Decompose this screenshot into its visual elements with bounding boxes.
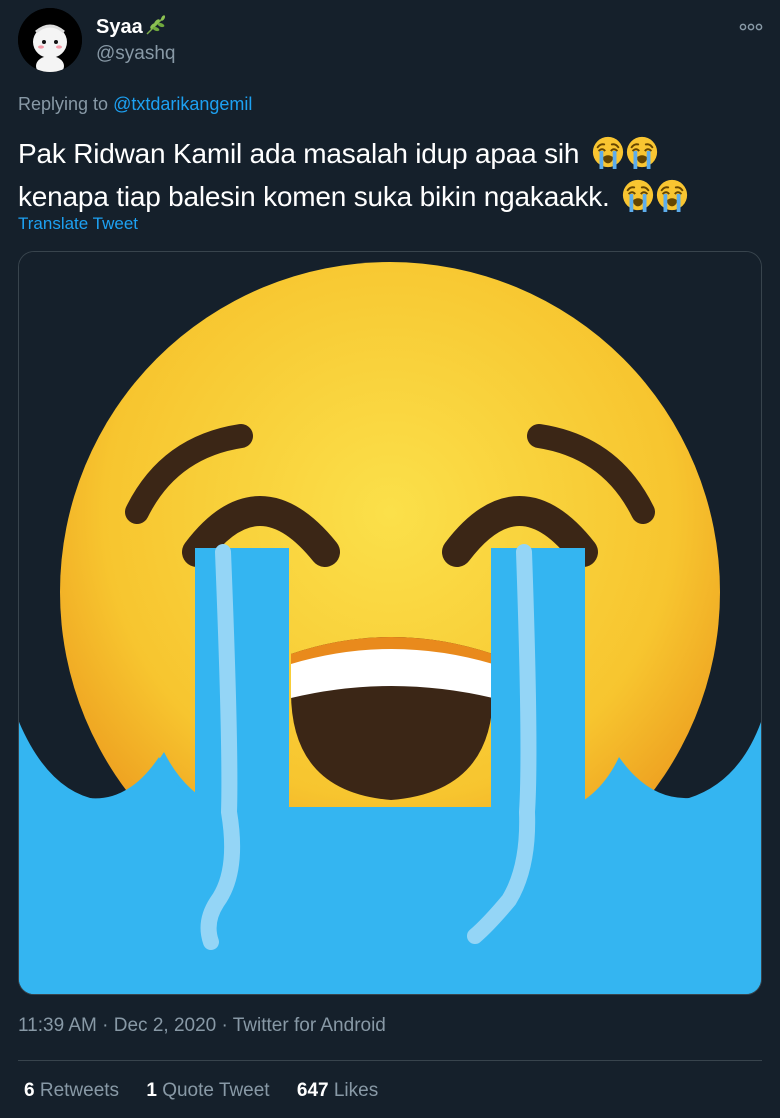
loudly-crying-face-emoji-image xyxy=(19,252,761,994)
tweet-line-1: Pak Ridwan Kamil ada masalah idup apaa s… xyxy=(18,132,768,175)
replying-to: Replying to @txtdarikangemil xyxy=(18,94,252,115)
tweet-text: Pak Ridwan Kamil ada masalah idup apaa s… xyxy=(18,132,768,218)
retweets-stat[interactable]: 6 Retweets xyxy=(24,1080,119,1101)
likes-stat[interactable]: 647 Likes xyxy=(297,1080,378,1101)
herb-icon xyxy=(146,15,166,35)
loudly-crying-face-icon xyxy=(655,178,689,212)
tweet-media[interactable] xyxy=(18,251,762,995)
avatar[interactable] xyxy=(18,8,82,72)
translate-tweet-link[interactable]: Translate Tweet xyxy=(18,214,138,234)
divider xyxy=(18,1060,762,1061)
avatar-image xyxy=(18,8,82,72)
tweet-line-2: kenapa tiap balesin komen suka bikin nga… xyxy=(18,175,768,218)
tweet-timestamp[interactable]: 11:39 AM · Dec 2, 2020 · Twitter for And… xyxy=(18,1015,386,1037)
more-options-icon[interactable] xyxy=(738,20,764,34)
display-name[interactable]: Syaa xyxy=(96,16,143,39)
quote-tweets-stat[interactable]: 1 Quote Tweet xyxy=(146,1080,269,1101)
reply-mention-link[interactable]: @txtdarikangemil xyxy=(113,94,252,114)
loudly-crying-face-icon xyxy=(625,135,659,169)
loudly-crying-face-icon xyxy=(621,178,655,212)
user-handle[interactable]: @syashq xyxy=(96,43,176,65)
loudly-crying-face-icon xyxy=(591,135,625,169)
tweet-stats: 6 Retweets 1 Quote Tweet 647 Likes xyxy=(24,1080,400,1102)
replying-to-prefix: Replying to xyxy=(18,94,114,114)
